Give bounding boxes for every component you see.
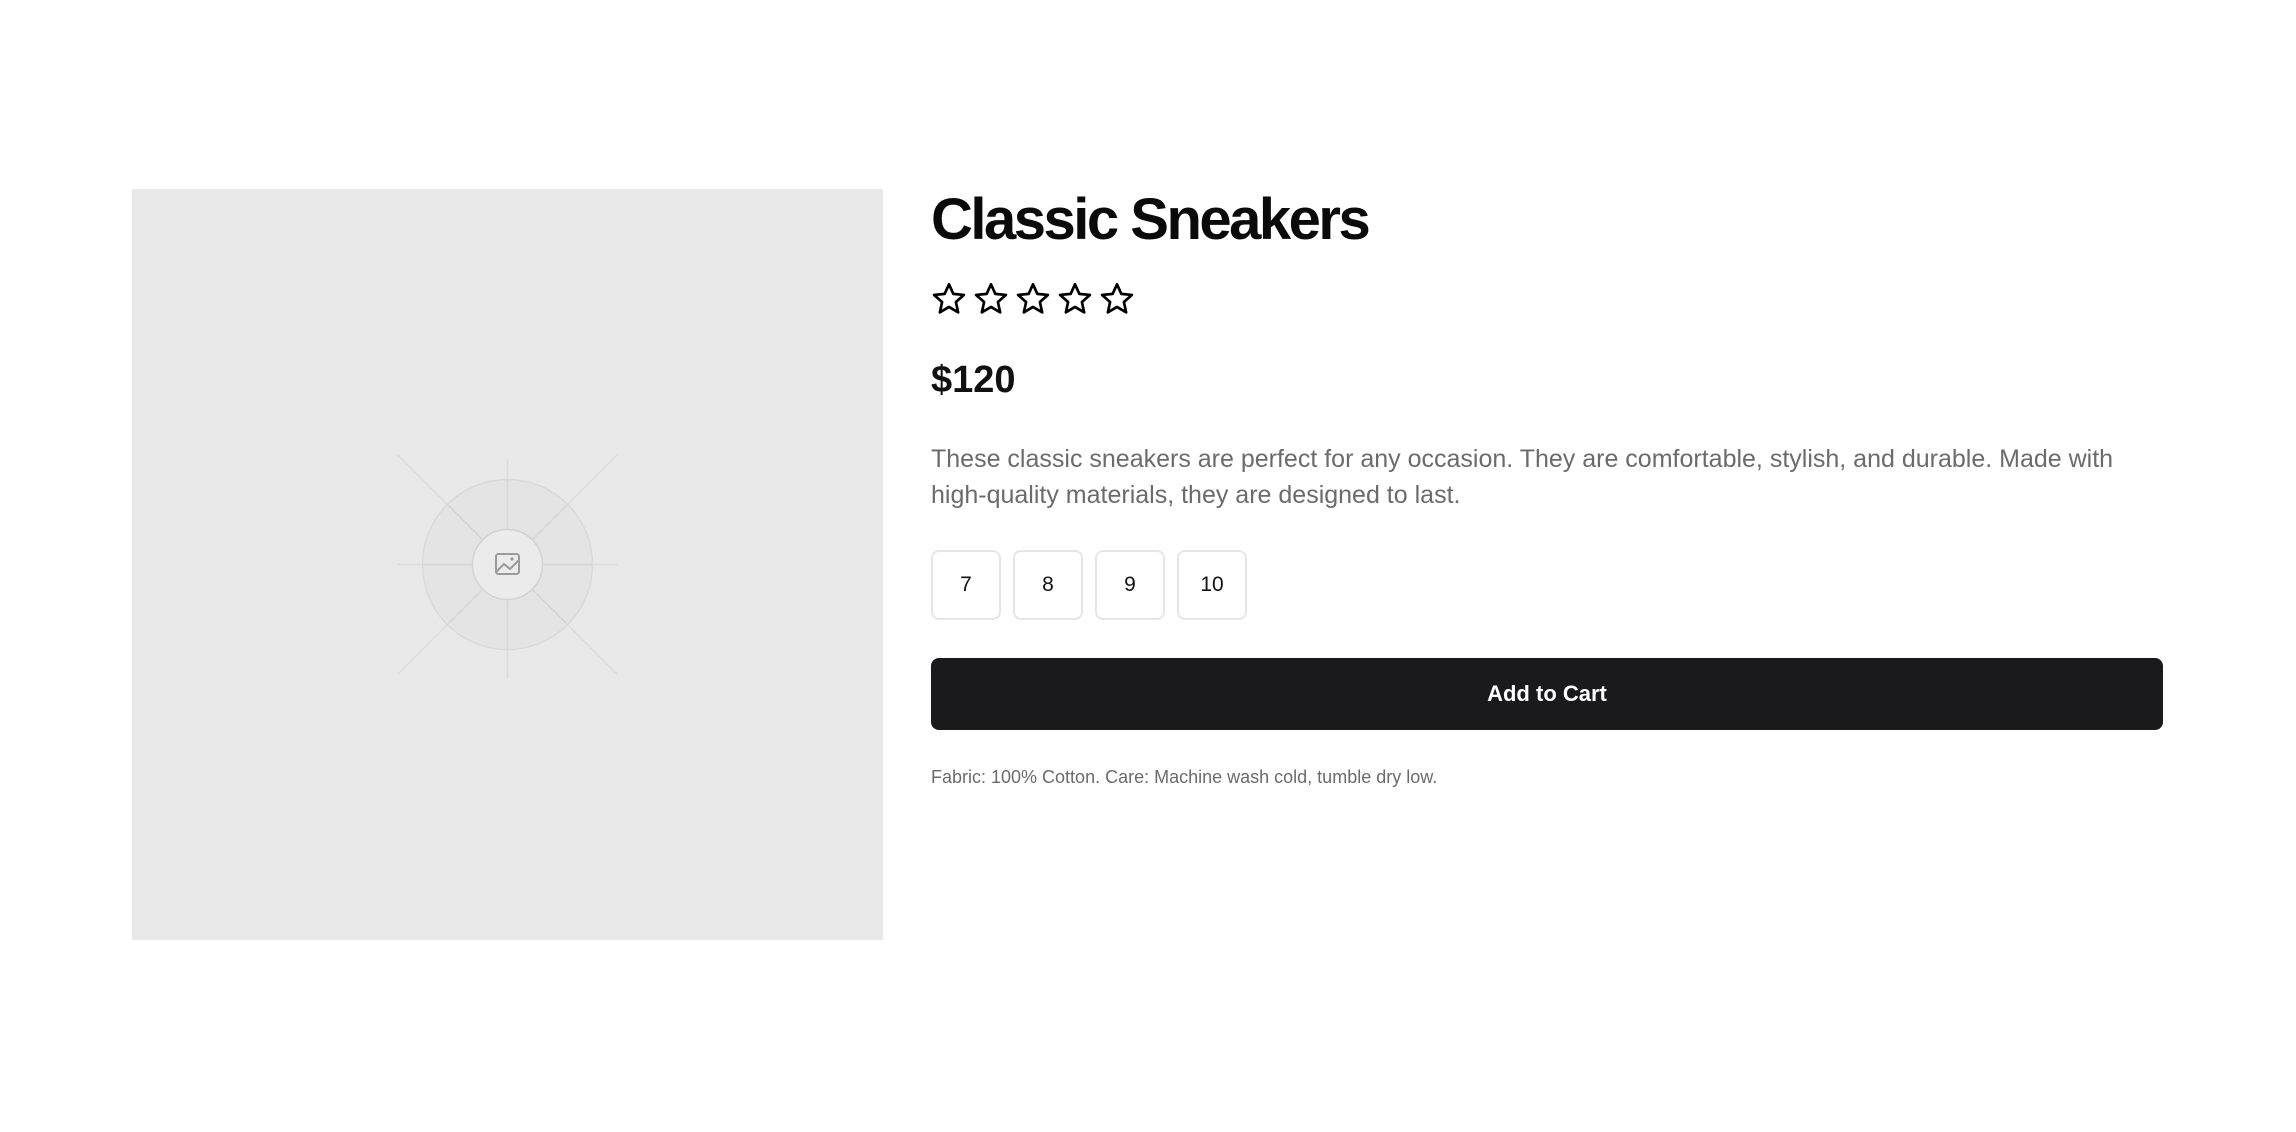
size-option-9[interactable]: 9 bbox=[1095, 550, 1165, 620]
size-option-7[interactable]: 7 bbox=[931, 550, 1001, 620]
fabric-care-note: Fabric: 100% Cotton. Care: Machine wash … bbox=[931, 767, 1438, 787]
size-option-10[interactable]: 10 bbox=[1177, 550, 1247, 620]
star-icon[interactable] bbox=[931, 281, 967, 317]
add-to-cart-button[interactable]: Add to Cart bbox=[931, 658, 2163, 730]
product-description: These classic sneakers are perfect for a… bbox=[931, 445, 2114, 509]
size-selector: 7 8 9 10 bbox=[931, 550, 1247, 620]
product-price: $120 bbox=[931, 359, 1016, 401]
star-icon[interactable] bbox=[973, 281, 1009, 317]
rating-stars[interactable] bbox=[931, 281, 1135, 317]
product-details: Classic Sneakers $120 These classic snea… bbox=[931, 187, 2163, 787]
product-image bbox=[132, 189, 883, 940]
product-page: Classic Sneakers $120 These classic snea… bbox=[0, 0, 2296, 1132]
size-option-8[interactable]: 8 bbox=[1013, 550, 1083, 620]
star-icon[interactable] bbox=[1057, 281, 1093, 317]
star-icon[interactable] bbox=[1015, 281, 1051, 317]
star-icon[interactable] bbox=[1099, 281, 1135, 317]
image-placeholder-icon bbox=[397, 454, 618, 679]
product-title: Classic Sneakers bbox=[931, 187, 1371, 252]
